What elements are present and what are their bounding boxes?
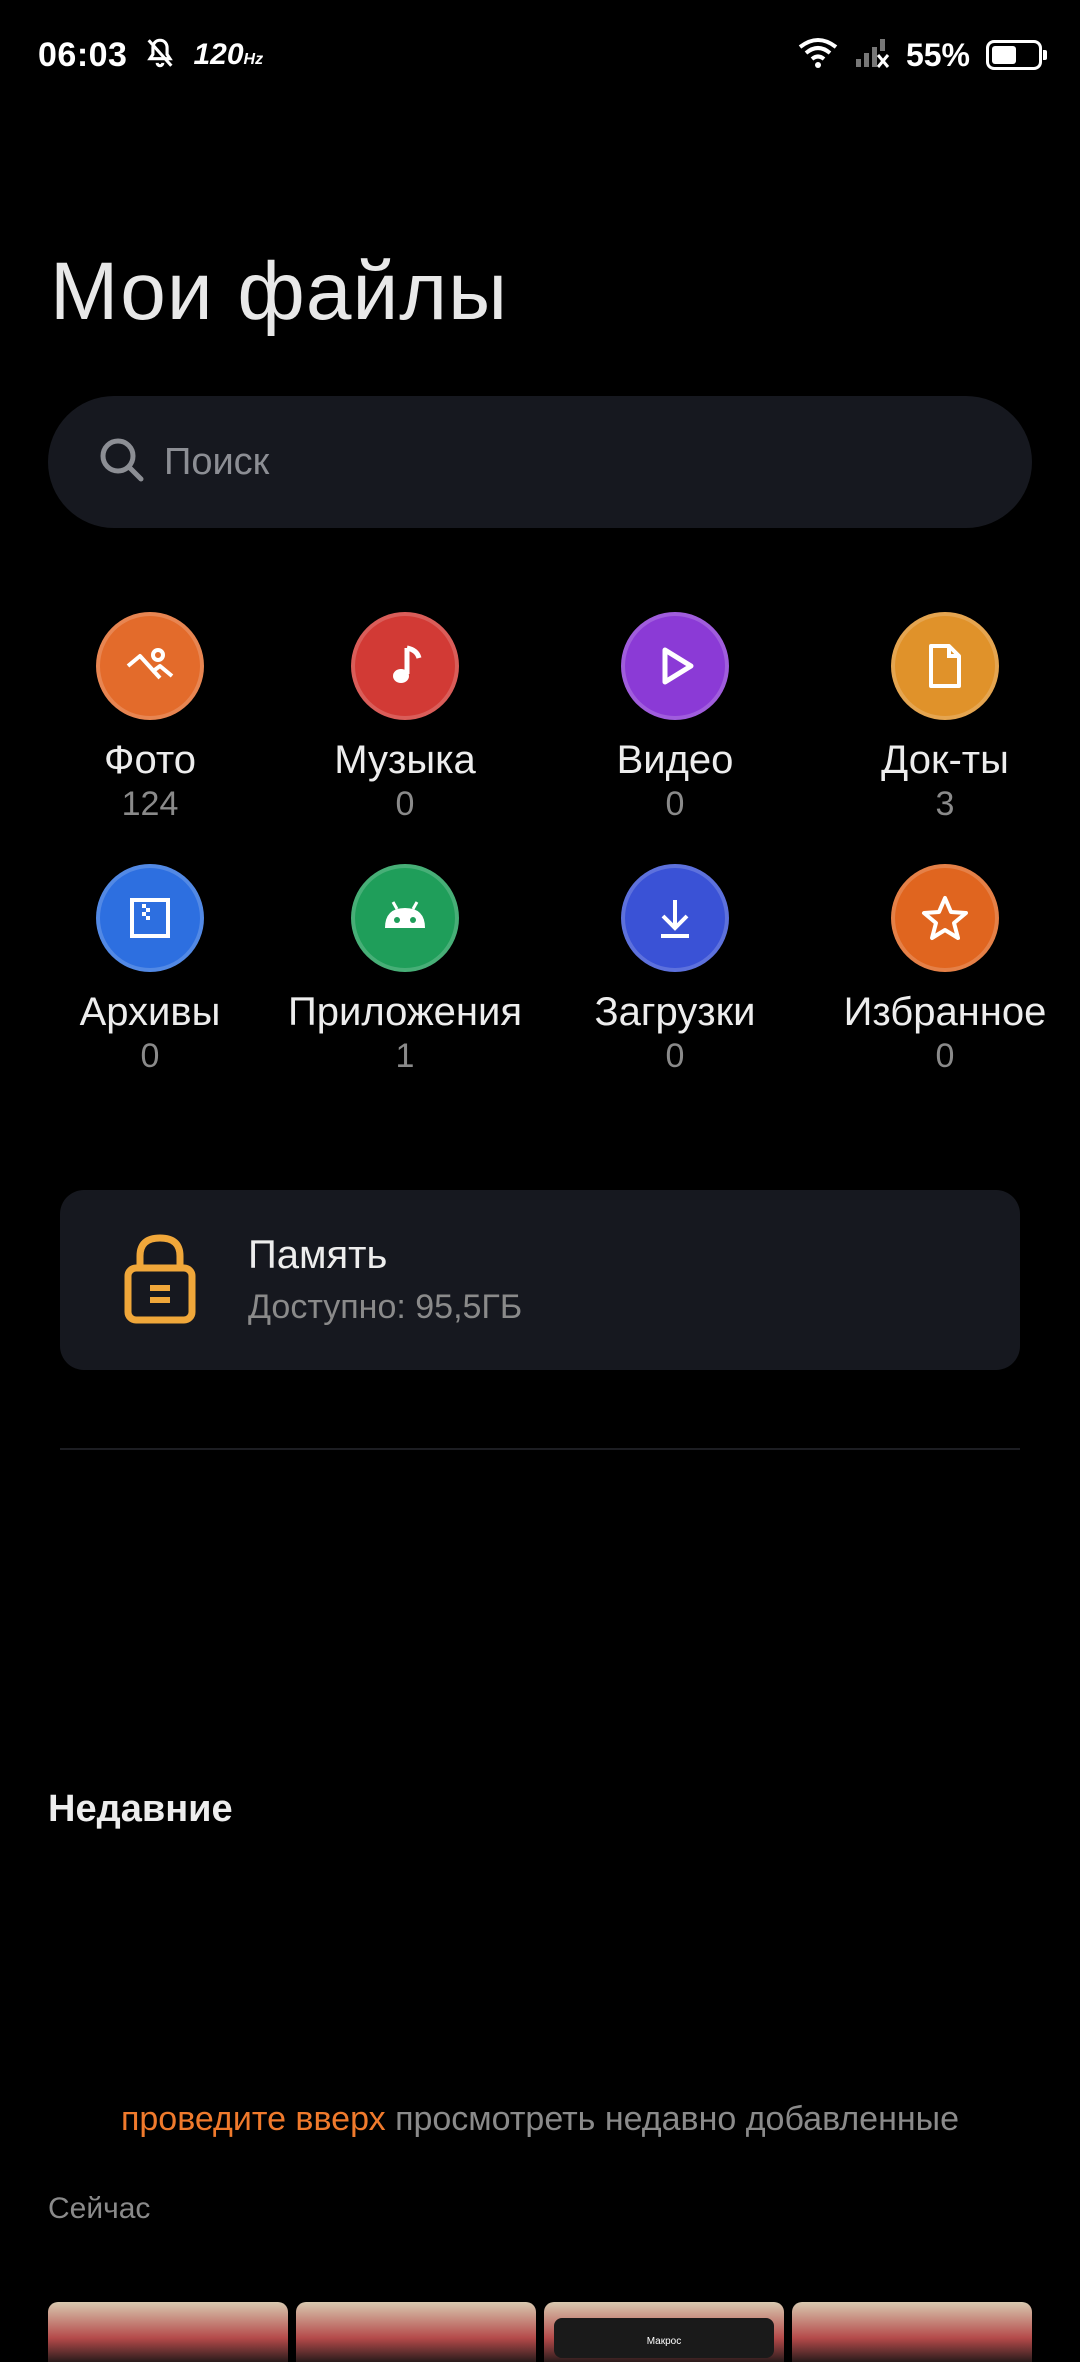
play-icon <box>621 612 729 720</box>
recent-thumbnail[interactable] <box>792 2302 1032 2362</box>
category-photos[interactable]: Фото 124 <box>0 612 300 824</box>
category-count: 0 <box>665 1037 685 1075</box>
refresh-rate-value: 120 <box>193 38 244 71</box>
storage-text: Память Доступно: 95,5ГБ <box>248 1233 522 1327</box>
swipe-up-hint[interactable]: проведите вверх просмотреть недавно доба… <box>0 2100 1080 2139</box>
thumbnail-dialog: Макрос <box>554 2318 774 2358</box>
category-video[interactable]: Видео 0 <box>510 612 840 824</box>
recent-thumbnails: Макрос <box>48 2302 1032 2362</box>
storage-card[interactable]: Память Доступно: 95,5ГБ <box>60 1190 1020 1370</box>
download-icon <box>621 864 729 972</box>
category-apps[interactable]: Приложения 1 <box>288 864 522 1076</box>
storage-available: Доступно: 95,5ГБ <box>248 1288 523 1326</box>
category-label: Избранное <box>843 990 1047 1034</box>
category-count: 3 <box>935 785 955 823</box>
category-count: 1 <box>395 1037 415 1075</box>
recent-section-title: Недавние <box>48 1788 233 1830</box>
category-count: 124 <box>121 785 179 823</box>
battery-icon <box>986 40 1047 70</box>
category-label: Фото <box>104 738 196 782</box>
category-label: Загрузки <box>594 990 756 1034</box>
divider <box>60 1448 1020 1450</box>
category-count: 0 <box>140 1037 160 1075</box>
photo-icon <box>96 612 204 720</box>
thumbnail-caption: Макрос <box>646 2336 682 2347</box>
category-favorites[interactable]: Избранное 0 <box>840 864 1050 1076</box>
category-label: Архивы <box>79 990 221 1034</box>
music-note-icon <box>351 612 459 720</box>
category-label: Док-ты <box>881 738 1009 782</box>
category-archives[interactable]: Архивы 0 <box>0 864 300 1076</box>
search-input[interactable] <box>162 439 926 485</box>
storage-title: Память <box>248 1233 388 1277</box>
recent-thumbnail[interactable] <box>48 2302 288 2362</box>
page-title: Мои файлы <box>50 246 509 337</box>
category-grid: Фото 124 Музыка 0 Видео 0 Док-ты 3 Архив… <box>0 612 1080 1076</box>
wifi-icon <box>798 37 838 74</box>
recent-thumbnail[interactable] <box>296 2302 536 2362</box>
category-music[interactable]: Музыка 0 <box>300 612 510 824</box>
cellular-signal-icon <box>854 37 890 74</box>
category-label: Приложения <box>287 990 523 1034</box>
archive-icon <box>96 864 204 972</box>
document-icon <box>891 612 999 720</box>
battery-fill <box>992 46 1017 64</box>
category-count: 0 <box>665 785 685 823</box>
battery-percent: 55% <box>905 36 970 73</box>
search-icon <box>96 434 148 491</box>
category-downloads[interactable]: Загрузки 0 <box>510 864 840 1076</box>
status-bar-right: 55% <box>798 36 1047 74</box>
search-bar[interactable] <box>48 396 1032 528</box>
category-count: 0 <box>935 1037 955 1075</box>
category-label: Видео <box>616 738 734 782</box>
recent-time-label: Сейчас <box>48 2192 151 2225</box>
status-bar: 06:03 120Hz 55% <box>0 0 1080 110</box>
category-documents[interactable]: Док-ты 3 <box>840 612 1050 824</box>
mute-bell-icon <box>143 36 177 75</box>
refresh-rate: 120Hz <box>193 38 263 72</box>
star-icon <box>891 864 999 972</box>
android-icon <box>351 864 459 972</box>
category-label: Музыка <box>334 738 476 782</box>
swipe-up-accent: проведите вверх <box>120 2100 386 2138</box>
category-count: 0 <box>395 785 415 823</box>
swipe-up-text: просмотреть недавно добавленные <box>385 2100 959 2138</box>
status-bar-left: 06:03 120Hz <box>38 36 263 75</box>
recent-thumbnail[interactable]: Макрос <box>544 2302 784 2362</box>
status-time: 06:03 <box>38 35 128 74</box>
refresh-rate-unit: Hz <box>243 51 264 68</box>
storage-lock-icon <box>120 1230 200 1331</box>
